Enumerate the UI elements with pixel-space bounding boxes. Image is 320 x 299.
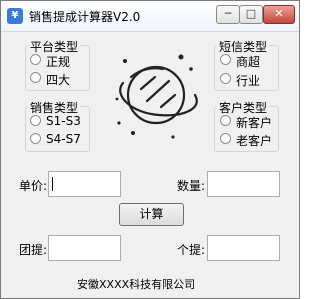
- radio-label: 正规: [46, 55, 71, 69]
- quantity-input[interactable]: [207, 171, 280, 197]
- app-window: ¥ 销售提成计算器V2.0 ─ □ ✕ 平台类型 正规 四大 短信类型 商超 行…: [0, 0, 300, 299]
- planet-icon: [115, 54, 198, 139]
- radio-label: S4-S7: [46, 132, 81, 146]
- text-caret: [52, 177, 53, 191]
- radio-label: 行业: [236, 74, 261, 88]
- minimize-button[interactable]: ─: [216, 5, 240, 24]
- title-bar: ¥ 销售提成计算器V2.0 ─ □ ✕: [1, 1, 299, 32]
- company-footer: 安徽XXXX科技有限公司: [77, 278, 196, 291]
- radio-circle[interactable]: [220, 115, 231, 126]
- team-commission-label: 团提:: [19, 243, 48, 257]
- radio-circle[interactable]: [30, 72, 41, 83]
- unit-price-input[interactable]: [48, 171, 121, 197]
- radio-circle[interactable]: [30, 54, 41, 65]
- radio-label: 四大: [46, 73, 71, 87]
- radio-circle[interactable]: [220, 54, 231, 65]
- radio-circle[interactable]: [220, 73, 231, 84]
- calculate-button[interactable]: 计算: [119, 203, 184, 226]
- radio-circle[interactable]: [30, 115, 41, 126]
- radio-label: S1-S3: [46, 114, 81, 128]
- unit-price-label: 单价:: [19, 179, 48, 193]
- radio-circle[interactable]: [220, 133, 231, 144]
- team-commission-output[interactable]: [48, 235, 121, 261]
- maximize-button[interactable]: □: [239, 5, 263, 24]
- window-title: 销售提成计算器V2.0: [29, 10, 141, 24]
- radio-label: 商超: [236, 55, 261, 69]
- quantity-label: 数量:: [177, 179, 206, 193]
- radio-label: 新客户: [236, 116, 273, 130]
- personal-commission-label: 个提:: [177, 243, 206, 257]
- radio-label: 老客户: [236, 134, 273, 148]
- app-icon: ¥: [7, 8, 23, 24]
- radio-circle[interactable]: [30, 133, 41, 144]
- close-button[interactable]: ✕: [263, 5, 295, 24]
- personal-commission-output[interactable]: [207, 235, 280, 261]
